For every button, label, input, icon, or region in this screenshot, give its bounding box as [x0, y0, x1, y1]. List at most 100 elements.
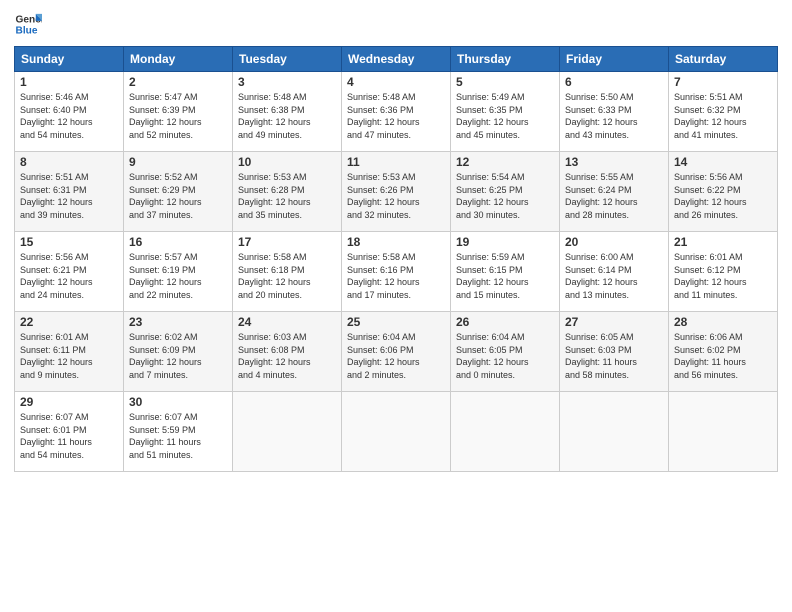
- day-cell: 25 Sunrise: 6:04 AM Sunset: 6:06 PM Dayli…: [342, 312, 451, 392]
- day-cell: 17 Sunrise: 5:58 AM Sunset: 6:18 PM Dayli…: [233, 232, 342, 312]
- day-cell: 26 Sunrise: 6:04 AM Sunset: 6:05 PM Dayli…: [451, 312, 560, 392]
- day-cell: 4 Sunrise: 5:48 AM Sunset: 6:36 PM Daylig…: [342, 72, 451, 152]
- day-info: Sunrise: 5:47 AM Sunset: 6:39 PM Dayligh…: [129, 91, 227, 141]
- day-info: Sunrise: 5:58 AM Sunset: 6:18 PM Dayligh…: [238, 251, 336, 301]
- day-info: Sunrise: 5:57 AM Sunset: 6:19 PM Dayligh…: [129, 251, 227, 301]
- day-number: 28: [674, 315, 772, 329]
- day-cell: 2Sunrise: 5:47 AM Sunset: 6:39 PM Daylig…: [124, 72, 233, 152]
- day-number: 5: [456, 75, 554, 89]
- day-number: 1: [20, 75, 118, 89]
- day-cell: 11Sunrise: 5:53 AM Sunset: 6:26 PM Dayli…: [342, 152, 451, 232]
- day-cell: 20Sunrise: 6:00 AM Sunset: 6:14 PM Dayli…: [560, 232, 669, 312]
- day-info: Sunrise: 5:52 AM Sunset: 6:29 PM Dayligh…: [129, 171, 227, 221]
- day-info: Sunrise: 5:51 AM Sunset: 6:31 PM Dayligh…: [20, 171, 118, 221]
- day-info: Sunrise: 5:48 AM Sunset: 6:36 PM Dayligh…: [347, 91, 445, 141]
- day-info: Sunrise: 5:51 AM Sunset: 6:32 PM Dayligh…: [674, 91, 772, 141]
- day-number: 3: [238, 75, 336, 89]
- day-cell: 22 Sunrise: 6:01 AM Sunset: 6:11 PM Dayli…: [15, 312, 124, 392]
- day-cell: 28Sunrise: 6:06 AM Sunset: 6:02 PM Dayli…: [669, 312, 778, 392]
- day-info: Sunrise: 5:54 AM Sunset: 6:25 PM Dayligh…: [456, 171, 554, 221]
- day-info: Sunrise: 5:56 AM Sunset: 6:22 PM Dayligh…: [674, 171, 772, 221]
- day-info: Sunrise: 5:55 AM Sunset: 6:24 PM Dayligh…: [565, 171, 663, 221]
- weekday-saturday: Saturday: [669, 47, 778, 72]
- day-cell: 30 Sunrise: 6:07 AM Sunset: 5:59 PM Dayli…: [124, 392, 233, 472]
- weekday-friday: Friday: [560, 47, 669, 72]
- day-cell: 15 Sunrise: 5:56 AM Sunset: 6:21 PM Dayli…: [15, 232, 124, 312]
- day-info: Sunrise: 5:53 AM Sunset: 6:28 PM Dayligh…: [238, 171, 336, 221]
- day-cell: 24 Sunrise: 6:03 AM Sunset: 6:08 PM Dayli…: [233, 312, 342, 392]
- day-cell: [342, 392, 451, 472]
- day-number: 23: [129, 315, 227, 329]
- weekday-wednesday: Wednesday: [342, 47, 451, 72]
- day-info: Sunrise: 5:50 AM Sunset: 6:33 PM Dayligh…: [565, 91, 663, 141]
- day-cell: 16 Sunrise: 5:57 AM Sunset: 6:19 PM Dayli…: [124, 232, 233, 312]
- weekday-header-row: SundayMondayTuesdayWednesdayThursdayFrid…: [15, 47, 778, 72]
- day-number: 29: [20, 395, 118, 409]
- day-cell: 29 Sunrise: 6:07 AM Sunset: 6:01 PM Dayli…: [15, 392, 124, 472]
- weekday-monday: Monday: [124, 47, 233, 72]
- day-info: Sunrise: 6:07 AM Sunset: 6:01 PM Dayligh…: [20, 411, 118, 461]
- day-number: 24: [238, 315, 336, 329]
- calendar-container: General Blue SundayMondayTuesdayWednesda…: [0, 0, 792, 612]
- day-cell: [233, 392, 342, 472]
- day-cell: 10Sunrise: 5:53 AM Sunset: 6:28 PM Dayli…: [233, 152, 342, 232]
- day-info: Sunrise: 5:56 AM Sunset: 6:21 PM Dayligh…: [20, 251, 118, 301]
- day-number: 15: [20, 235, 118, 249]
- day-info: Sunrise: 6:01 AM Sunset: 6:11 PM Dayligh…: [20, 331, 118, 381]
- day-number: 8: [20, 155, 118, 169]
- day-cell: 8 Sunrise: 5:51 AM Sunset: 6:31 PM Daylig…: [15, 152, 124, 232]
- day-number: 19: [456, 235, 554, 249]
- day-info: Sunrise: 5:46 AM Sunset: 6:40 PM Dayligh…: [20, 91, 118, 141]
- week-row-3: 15 Sunrise: 5:56 AM Sunset: 6:21 PM Dayli…: [15, 232, 778, 312]
- weekday-thursday: Thursday: [451, 47, 560, 72]
- day-info: Sunrise: 6:01 AM Sunset: 6:12 PM Dayligh…: [674, 251, 772, 301]
- day-info: Sunrise: 6:04 AM Sunset: 6:06 PM Dayligh…: [347, 331, 445, 381]
- weekday-tuesday: Tuesday: [233, 47, 342, 72]
- day-number: 30: [129, 395, 227, 409]
- logo: General Blue: [14, 10, 42, 38]
- day-number: 7: [674, 75, 772, 89]
- day-number: 20: [565, 235, 663, 249]
- day-info: Sunrise: 5:49 AM Sunset: 6:35 PM Dayligh…: [456, 91, 554, 141]
- day-cell: 27Sunrise: 6:05 AM Sunset: 6:03 PM Dayli…: [560, 312, 669, 392]
- week-row-1: 1 Sunrise: 5:46 AM Sunset: 6:40 PM Daylig…: [15, 72, 778, 152]
- day-cell: 3 Sunrise: 5:48 AM Sunset: 6:38 PM Daylig…: [233, 72, 342, 152]
- day-number: 4: [347, 75, 445, 89]
- svg-text:Blue: Blue: [16, 25, 38, 36]
- day-cell: 12 Sunrise: 5:54 AM Sunset: 6:25 PM Dayli…: [451, 152, 560, 232]
- logo-icon: General Blue: [14, 10, 42, 38]
- day-info: Sunrise: 6:03 AM Sunset: 6:08 PM Dayligh…: [238, 331, 336, 381]
- day-number: 25: [347, 315, 445, 329]
- day-cell: [560, 392, 669, 472]
- week-row-2: 8 Sunrise: 5:51 AM Sunset: 6:31 PM Daylig…: [15, 152, 778, 232]
- day-number: 13: [565, 155, 663, 169]
- day-number: 16: [129, 235, 227, 249]
- day-info: Sunrise: 6:07 AM Sunset: 5:59 PM Dayligh…: [129, 411, 227, 461]
- day-number: 17: [238, 235, 336, 249]
- day-number: 11: [347, 155, 445, 169]
- day-number: 14: [674, 155, 772, 169]
- day-info: Sunrise: 6:04 AM Sunset: 6:05 PM Dayligh…: [456, 331, 554, 381]
- day-number: 12: [456, 155, 554, 169]
- day-info: Sunrise: 5:48 AM Sunset: 6:38 PM Dayligh…: [238, 91, 336, 141]
- calendar-body: 1 Sunrise: 5:46 AM Sunset: 6:40 PM Daylig…: [15, 72, 778, 472]
- weekday-sunday: Sunday: [15, 47, 124, 72]
- day-cell: [669, 392, 778, 472]
- day-cell: 23 Sunrise: 6:02 AM Sunset: 6:09 PM Dayli…: [124, 312, 233, 392]
- day-number: 18: [347, 235, 445, 249]
- day-cell: 18Sunrise: 5:58 AM Sunset: 6:16 PM Dayli…: [342, 232, 451, 312]
- day-number: 21: [674, 235, 772, 249]
- day-info: Sunrise: 6:02 AM Sunset: 6:09 PM Dayligh…: [129, 331, 227, 381]
- day-info: Sunrise: 5:59 AM Sunset: 6:15 PM Dayligh…: [456, 251, 554, 301]
- day-cell: 19 Sunrise: 5:59 AM Sunset: 6:15 PM Dayli…: [451, 232, 560, 312]
- day-cell: 14 Sunrise: 5:56 AM Sunset: 6:22 PM Dayli…: [669, 152, 778, 232]
- day-cell: 5 Sunrise: 5:49 AM Sunset: 6:35 PM Daylig…: [451, 72, 560, 152]
- day-cell: 6Sunrise: 5:50 AM Sunset: 6:33 PM Daylig…: [560, 72, 669, 152]
- week-row-5: 29 Sunrise: 6:07 AM Sunset: 6:01 PM Dayli…: [15, 392, 778, 472]
- day-cell: 7 Sunrise: 5:51 AM Sunset: 6:32 PM Daylig…: [669, 72, 778, 152]
- day-number: 26: [456, 315, 554, 329]
- day-cell: [451, 392, 560, 472]
- day-cell: 9Sunrise: 5:52 AM Sunset: 6:29 PM Daylig…: [124, 152, 233, 232]
- day-number: 22: [20, 315, 118, 329]
- header: General Blue: [14, 10, 778, 38]
